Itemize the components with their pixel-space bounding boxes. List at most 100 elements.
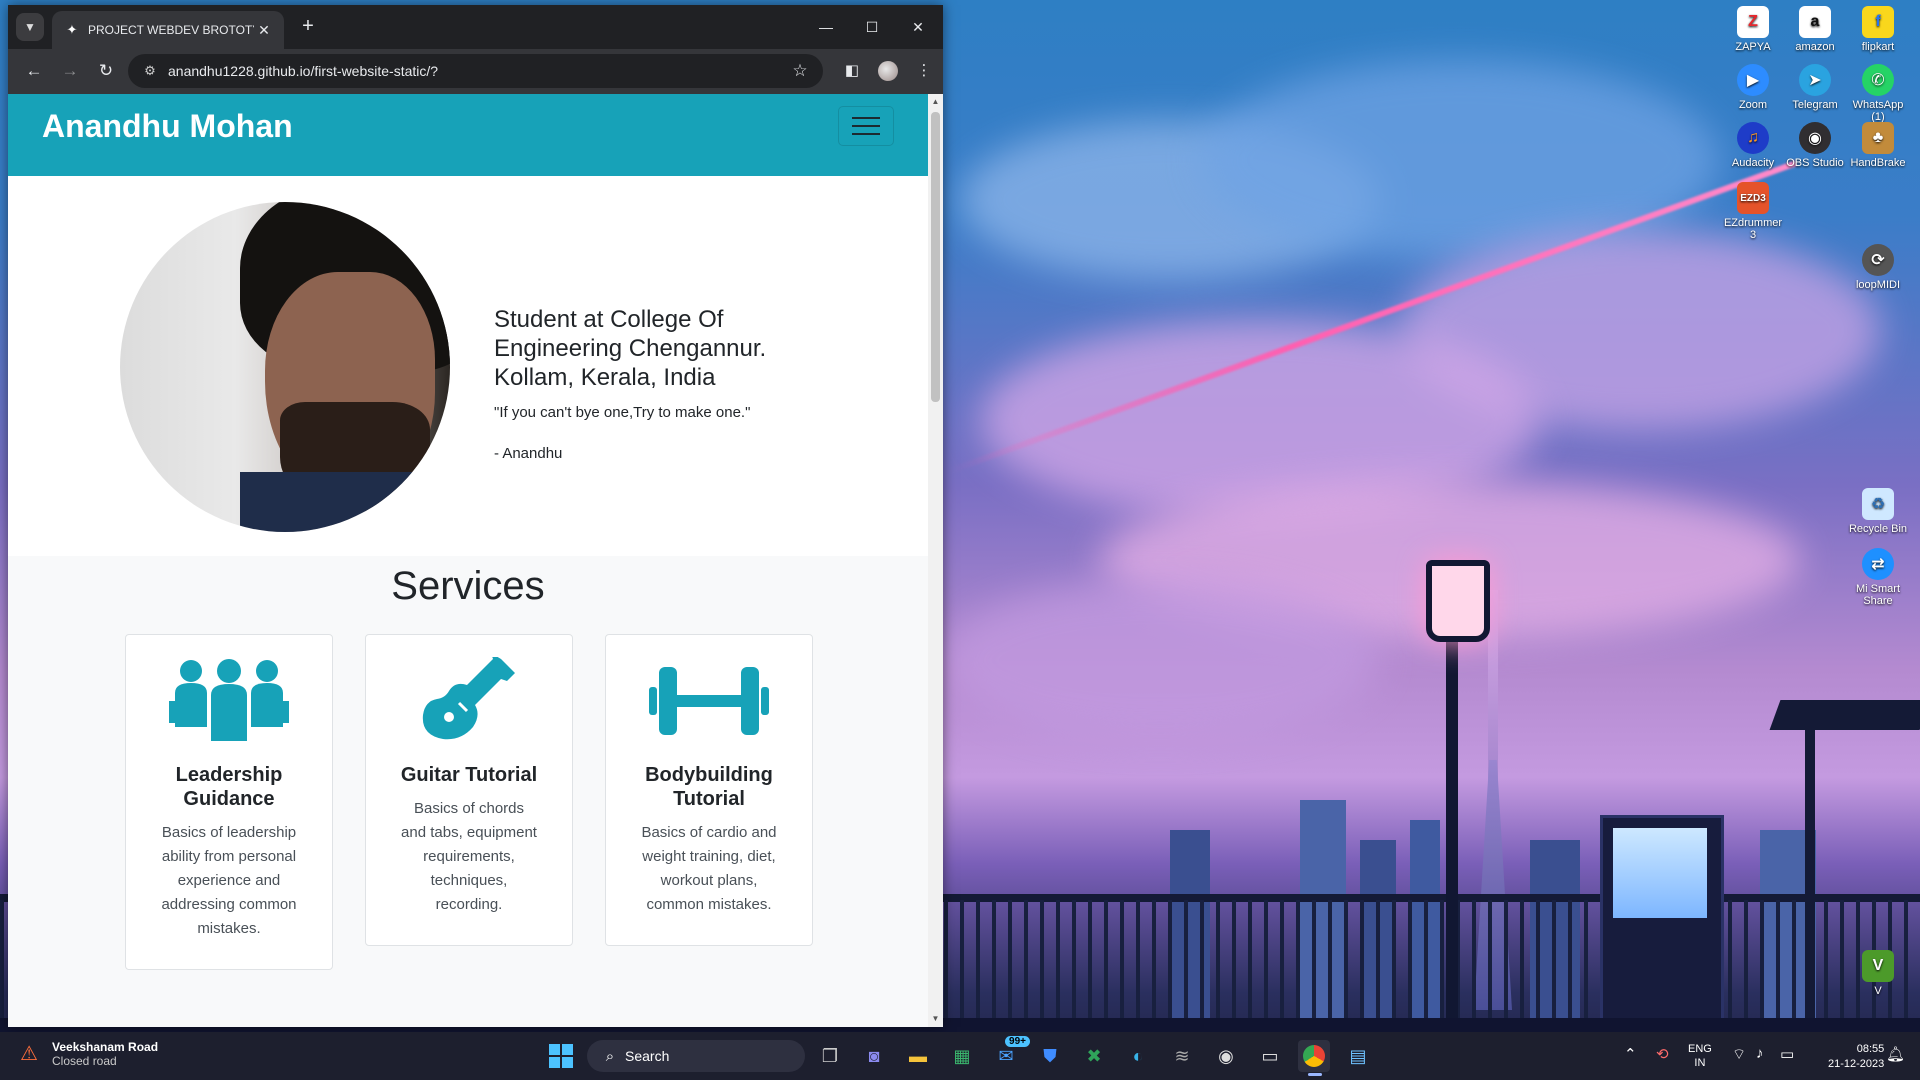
task-view-icon: ❐ xyxy=(821,1045,839,1066)
arrow-left-icon: ← xyxy=(25,61,43,80)
scroll-down-icon[interactable]: ▼ xyxy=(928,1011,943,1027)
desktop-icon-label: EZdrummer 3 xyxy=(1723,217,1783,241)
audio-app-button[interactable]: ≋ xyxy=(1166,1040,1198,1072)
spreadsheet-icon: ▦ xyxy=(953,1045,971,1066)
service-card-text: Basics of cardio and weight training, di… xyxy=(641,824,777,913)
desktop-icon-amazon[interactable]: a amazon xyxy=(1783,6,1847,53)
desktop-icon-label: Recycle Bin xyxy=(1848,523,1908,535)
new-tab-button[interactable]: + xyxy=(296,15,320,38)
services-title: Services xyxy=(391,564,545,608)
site-navbar: Anandhu Mohan xyxy=(8,94,928,176)
taskbar: ⚠ Veekshanam Road Closed road ⌕ Search ❐… xyxy=(0,1032,1920,1080)
volume-icon[interactable]: ♪ xyxy=(1756,1045,1764,1062)
desktop-icon-ezdrummer[interactable]: EZD3 EZdrummer 3 xyxy=(1721,182,1785,241)
page-scrollbar[interactable]: ▲ ▼ xyxy=(928,94,943,1027)
reload-button[interactable]: ↻ xyxy=(92,57,120,85)
desktop-icon-label: Audacity xyxy=(1731,157,1775,169)
mail-button[interactable]: ✉ 99+ xyxy=(990,1036,1030,1072)
desktop-icon-label: V xyxy=(1874,985,1882,997)
chrome-button[interactable] xyxy=(1298,1040,1330,1076)
hamburger-line xyxy=(852,133,880,135)
close-tab-icon[interactable]: ✕ xyxy=(254,22,274,39)
desktop-icon-telegram[interactable]: ➤ Telegram xyxy=(1783,64,1847,111)
address-bar[interactable]: ⚙ anandhu1228.github.io/first-website-st… xyxy=(128,54,823,88)
desktop-icon-zoom[interactable]: ▶ Zoom xyxy=(1721,64,1785,111)
language-indicator[interactable]: ENG IN xyxy=(1688,1042,1712,1070)
menu-button[interactable]: ⋮ xyxy=(910,57,938,85)
side-panel-button[interactable]: ◧ xyxy=(838,57,866,85)
store-button[interactable]: ⛊ xyxy=(1034,1040,1066,1072)
folder-icon: ▬ xyxy=(909,1045,927,1066)
navbar-toggler-button[interactable] xyxy=(838,106,894,146)
desktop-icon-obs[interactable]: ◉ OBS Studio xyxy=(1783,122,1847,169)
teams-chat-button[interactable]: ◙ xyxy=(858,1040,890,1072)
site-info-icon[interactable]: ⚙ xyxy=(140,63,160,79)
desktop-icon-flipkart[interactable]: f flipkart xyxy=(1846,6,1910,53)
browser-window: ▼ ✦ PROJECT WEBDEV BROTOTYPE ✕ + — ☐ ✕ ←… xyxy=(8,5,943,1027)
terminal-button[interactable]: ▭ xyxy=(1254,1040,1286,1072)
scroll-thumb[interactable] xyxy=(931,112,940,402)
service-card-guitar: Guitar Tutorial Basics of chords and tab… xyxy=(365,634,573,946)
service-card-text: Basics of leadership ability from person… xyxy=(161,824,297,937)
telegram-icon: ➤ xyxy=(1799,64,1831,96)
desktop-icon-whatsapp[interactable]: ✆ WhatsApp (1) xyxy=(1846,64,1910,123)
battery-icon[interactable]: ▭ xyxy=(1780,1045,1794,1063)
edge-button[interactable]: ◐ xyxy=(1122,1040,1154,1072)
desktop-icon-label: amazon xyxy=(1795,41,1835,53)
desktop-icon-loopmidi[interactable]: ⟳ loopMIDI xyxy=(1846,244,1910,291)
obs-icon: ◉ xyxy=(1799,122,1831,154)
obs-taskbar-button[interactable]: ◉ xyxy=(1210,1040,1242,1072)
browser-tab[interactable]: ✦ PROJECT WEBDEV BROTOTYPE ✕ xyxy=(52,11,284,49)
close-window-button[interactable]: ✕ xyxy=(895,11,941,43)
back-button[interactable]: ← xyxy=(20,57,48,85)
scroll-up-icon[interactable]: ▲ xyxy=(928,94,943,110)
search-label: Search xyxy=(625,1048,670,1064)
service-card-title: Guitar Tutorial xyxy=(400,764,538,786)
maximize-icon: ☐ xyxy=(865,19,879,35)
weather-widget[interactable]: ⚠ Veekshanam Road Closed road xyxy=(16,1040,158,1068)
zoom-icon: ▶ xyxy=(1737,64,1769,96)
tab-bar: ▼ ✦ PROJECT WEBDEV BROTOTYPE ✕ + — ☐ ✕ xyxy=(8,5,943,49)
plus-icon: + xyxy=(302,15,314,37)
people-group-icon xyxy=(169,659,289,741)
minimize-button[interactable]: — xyxy=(803,11,849,43)
obs-icon: ◉ xyxy=(1218,1045,1234,1066)
hero-text: Student at College Of Engineering Chenga… xyxy=(494,306,824,462)
bookmark-star-icon[interactable]: ☆ xyxy=(787,61,813,81)
tab-search-button[interactable]: ▼ xyxy=(16,13,44,41)
desktop-icon-recycle-bin[interactable]: ♻ Recycle Bin xyxy=(1846,488,1910,535)
hero-author: - Anandhu xyxy=(494,445,563,463)
desktop-icon-audacity[interactable]: ♫ Audacity xyxy=(1721,122,1785,169)
sync-status-icon[interactable]: ⟲ xyxy=(1656,1045,1669,1063)
active-indicator xyxy=(1308,1073,1322,1076)
show-hidden-icons-button[interactable]: ⌃ xyxy=(1624,1045,1637,1063)
file-explorer-button[interactable]: ▬ xyxy=(902,1040,934,1072)
profile-button[interactable] xyxy=(874,57,902,85)
desktop-icon-mi-share[interactable]: ⇄ Mi Smart Share xyxy=(1846,548,1910,607)
desktop-icon-vivado[interactable]: V V xyxy=(1846,950,1910,997)
excel-button[interactable]: ✖ xyxy=(1078,1040,1110,1072)
notification-bell-icon[interactable]: 🔔︎ xyxy=(1886,1045,1905,1063)
wifi-icon[interactable]: ⌔ xyxy=(1732,1045,1746,1064)
profile-photo xyxy=(120,202,450,532)
waveform-icon: ≋ xyxy=(1174,1045,1190,1066)
task-view-button[interactable]: ❐ xyxy=(814,1040,846,1072)
site-brand[interactable]: Anandhu Mohan xyxy=(42,108,293,145)
system-clock[interactable]: 08:55 21-12-2023 xyxy=(1828,1042,1884,1072)
browser-toolbar: ← → ↻ ⚙ anandhu1228.github.io/first-webs… xyxy=(8,49,943,94)
desktop-icon-zapya[interactable]: Z ZAPYA xyxy=(1721,6,1785,53)
minimize-icon: — xyxy=(819,19,833,35)
chevron-down-icon: ▼ xyxy=(24,20,36,34)
url-text[interactable]: anandhu1228.github.io/first-website-stat… xyxy=(168,63,787,79)
hero-section: Student at College Of Engineering Chenga… xyxy=(8,176,928,556)
forward-button[interactable]: → xyxy=(56,57,84,85)
notepad-button[interactable]: ▤ xyxy=(1342,1040,1374,1072)
maximize-button[interactable]: ☐ xyxy=(849,11,895,43)
whatsapp-icon: ✆ xyxy=(1862,64,1894,96)
clock-time: 08:55 xyxy=(1856,1043,1885,1055)
sheets-app-button[interactable]: ▦ xyxy=(946,1040,978,1072)
desktop-icon-label: WhatsApp (1) xyxy=(1852,99,1904,123)
taskbar-search[interactable]: ⌕ Search xyxy=(587,1040,805,1072)
desktop-icon-handbrake[interactable]: ♣ HandBrake xyxy=(1846,122,1910,169)
start-button[interactable] xyxy=(545,1040,577,1072)
